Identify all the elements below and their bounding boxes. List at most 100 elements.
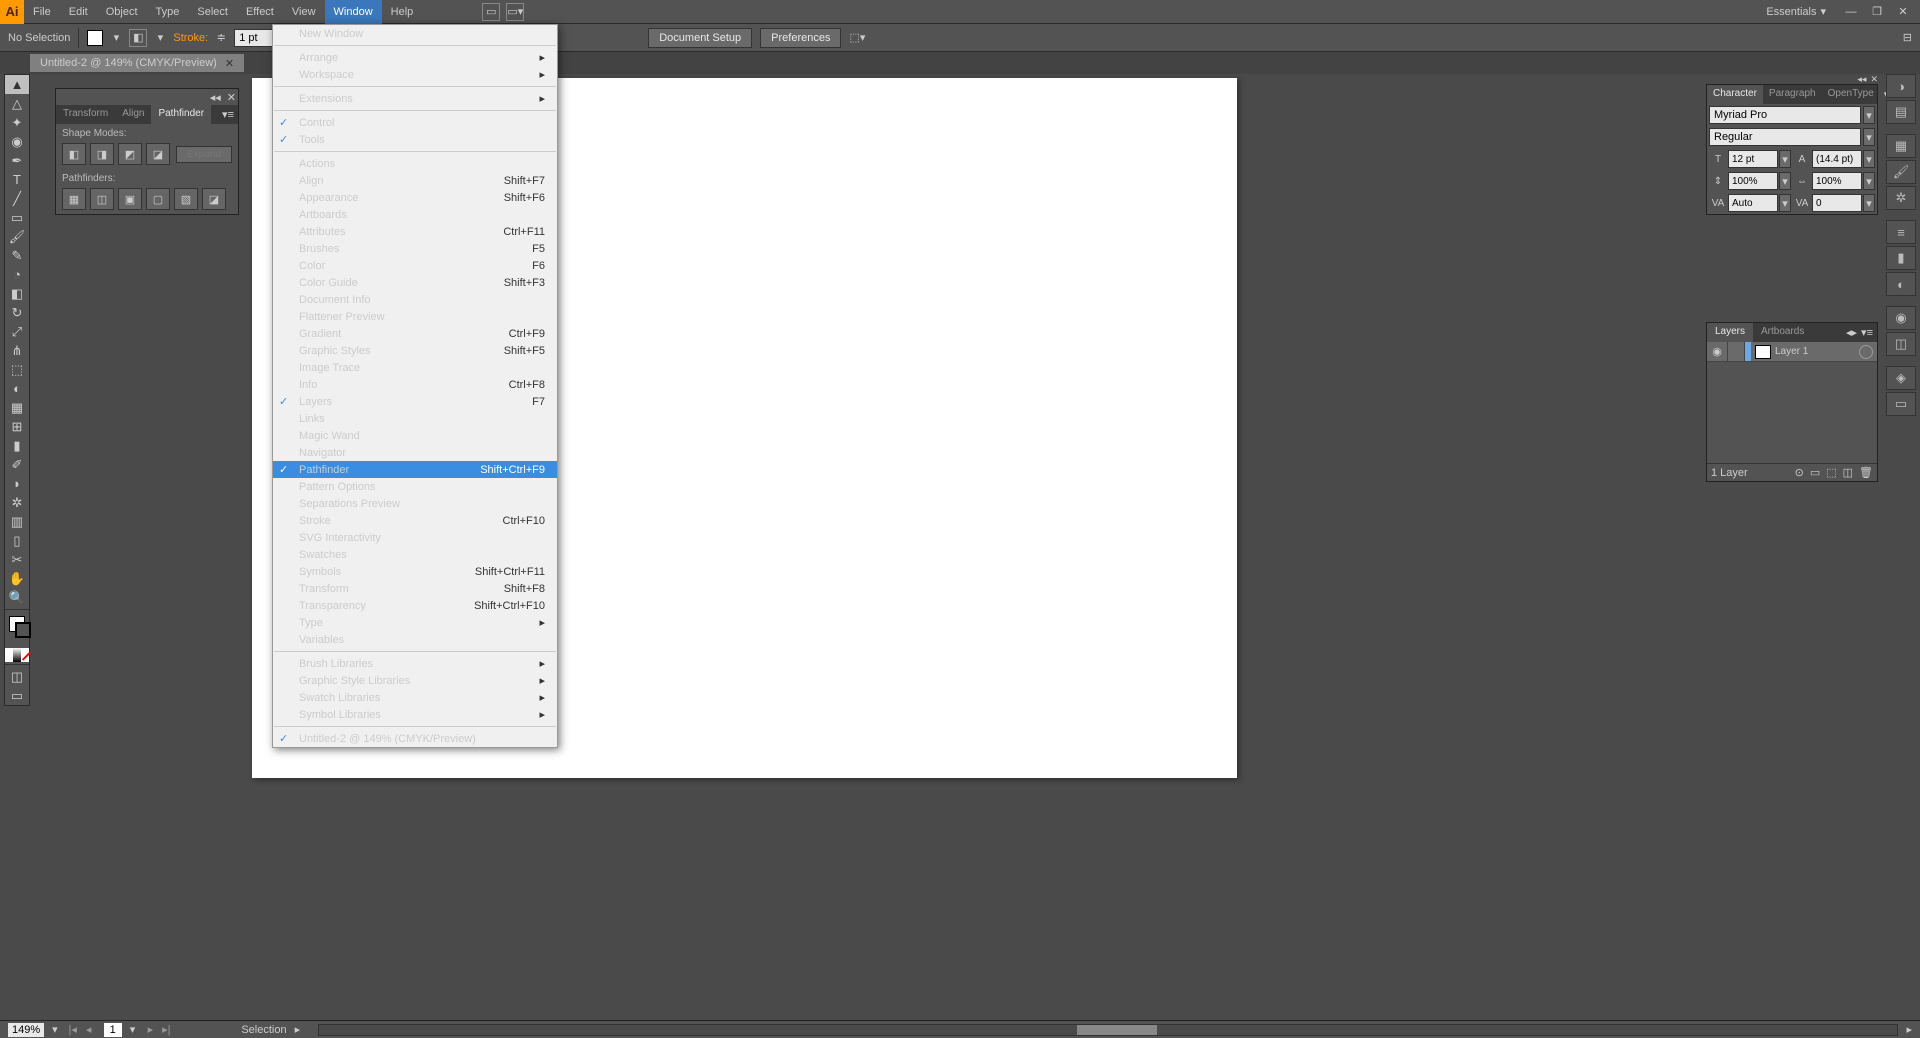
delete-icon[interactable]: 🗑 [1859, 466, 1873, 479]
screen-mode-icon[interactable]: ▭▾ [506, 3, 524, 21]
tab-opentype[interactable]: OpenType [1822, 85, 1880, 104]
selection-tool[interactable]: ▲ [5, 75, 29, 94]
unite-icon[interactable]: ◧ [62, 143, 86, 165]
font-family-field[interactable]: Myriad Pro [1709, 106, 1861, 124]
menuitem-swatch-libraries[interactable]: Swatch Libraries▸ [273, 689, 557, 706]
document-setup-button[interactable]: Document Setup [648, 28, 752, 48]
pencil-tool[interactable]: ✎ [5, 246, 29, 265]
preferences-button[interactable]: Preferences [760, 28, 841, 48]
menuitem-artboards[interactable]: Artboards [273, 206, 557, 223]
menuitem-symbol-libraries[interactable]: Symbol Libraries▸ [273, 706, 557, 723]
menu-object[interactable]: Object [97, 0, 147, 24]
menuitem-color[interactable]: ColorF6 [273, 257, 557, 274]
menuitem-color-guide[interactable]: Color GuideShift+F3 [273, 274, 557, 291]
menuitem-layers[interactable]: ✓LayersF7 [273, 393, 557, 410]
menuitem-swatches[interactable]: Swatches [273, 546, 557, 563]
tracking-field[interactable]: 0 [1812, 194, 1862, 212]
menuitem-symbols[interactable]: SymbolsShift+Ctrl+F11 [273, 563, 557, 580]
shape-builder-tool[interactable]: ◐ [5, 379, 29, 398]
paintbrush-tool[interactable]: 🖌 [5, 227, 29, 246]
crop-icon[interactable]: ▢ [146, 188, 170, 210]
menuitem-workspace[interactable]: Workspace▸ [273, 66, 557, 83]
tab-transform[interactable]: Transform [56, 105, 115, 124]
visibility-icon[interactable]: ◉ [1707, 345, 1727, 358]
menuitem-separations-preview[interactable]: Separations Preview [273, 495, 557, 512]
menuitem-pathfinder[interactable]: ✓PathfinderShift+Ctrl+F9 [273, 461, 557, 478]
scale-tool[interactable]: ⤢ [5, 322, 29, 341]
menuitem-graphic-style-libraries[interactable]: Graphic Style Libraries▸ [273, 672, 557, 689]
tab-align[interactable]: Align [115, 105, 151, 124]
menu-window[interactable]: Window [325, 0, 382, 24]
stroke-dd[interactable]: ▾ [155, 31, 165, 44]
menu-edit[interactable]: Edit [60, 0, 97, 24]
fill-swatch[interactable] [87, 30, 103, 46]
menu-type[interactable]: Type [147, 0, 189, 24]
minus-back-icon[interactable]: ◪ [202, 188, 226, 210]
menuitem-info[interactable]: InfoCtrl+F8 [273, 376, 557, 393]
stroke-dock-icon[interactable]: ≡ [1886, 220, 1916, 244]
layer-name[interactable]: Layer 1 [1775, 346, 1859, 357]
panel-close-icon[interactable]: ✕ [1870, 74, 1878, 84]
appearance-dock-icon[interactable]: ◉ [1886, 306, 1916, 330]
gradient-tool[interactable]: ▮ [5, 436, 29, 455]
menuitem-graphic-styles[interactable]: Graphic StylesShift+F5 [273, 342, 557, 359]
menu-help[interactable]: Help [382, 0, 423, 24]
minimize-icon[interactable]: — [1842, 5, 1860, 19]
document-tab[interactable]: Untitled-2 @ 149% (CMYK/Preview)✕ [30, 54, 244, 72]
panel-close-icon[interactable]: ✕ [227, 91, 236, 104]
menuitem-brush-libraries[interactable]: Brush Libraries▸ [273, 655, 557, 672]
intersect-icon[interactable]: ◩ [118, 143, 142, 165]
prev-artboard-icon[interactable]: ◂ [82, 1023, 96, 1036]
menuitem-tools[interactable]: ✓Tools [273, 131, 557, 148]
rotate-tool[interactable]: ↻ [5, 303, 29, 322]
free-transform-tool[interactable]: ⬚ [5, 360, 29, 379]
new-layer-icon[interactable]: ◫ [1843, 466, 1853, 479]
divide-icon[interactable]: ▦ [62, 188, 86, 210]
panel-menu-icon[interactable]: ▾≡ [218, 105, 238, 124]
symbols-dock-icon[interactable]: ✲ [1886, 186, 1916, 210]
rectangle-tool[interactable]: ▭ [5, 208, 29, 227]
gradient-dock-icon[interactable]: ▮ [1886, 246, 1916, 270]
zoom-field[interactable]: 149% [8, 1023, 44, 1037]
menu-file[interactable]: File [24, 0, 60, 24]
menuitem-gradient[interactable]: GradientCtrl+F9 [273, 325, 557, 342]
panel-collapse-icon[interactable]: ◂◂ [1857, 74, 1866, 84]
tab-pathfinder[interactable]: Pathfinder [151, 105, 211, 124]
panel-collapse-icon[interactable]: ◂▸ [1846, 326, 1857, 339]
menuitem-brushes[interactable]: BrushesF5 [273, 240, 557, 257]
menuitem-control[interactable]: ✓Control [273, 114, 557, 131]
transparency-dock-icon[interactable]: ◐ [1886, 272, 1916, 296]
maximize-icon[interactable]: ❐ [1868, 5, 1886, 19]
menuitem-untitled-2-149-cmyk-preview-[interactable]: ✓Untitled-2 @ 149% (CMYK/Preview) [273, 730, 557, 747]
type-tool[interactable]: T [5, 170, 29, 189]
eraser-tool[interactable]: ◧ [5, 284, 29, 303]
layers-dock-icon[interactable]: ◈ [1886, 366, 1916, 390]
zoom-tool[interactable]: 🔍 [5, 588, 29, 607]
fill-dd[interactable]: ▾ [111, 31, 121, 44]
screen-mode-tool[interactable]: ▭ [5, 686, 29, 705]
font-style-field[interactable]: Regular [1709, 128, 1861, 146]
brushes-dock-icon[interactable]: 🖌 [1886, 160, 1916, 184]
mesh-tool[interactable]: ⊞ [5, 417, 29, 436]
trim-icon[interactable]: ◫ [90, 188, 114, 210]
control-flyout-icon[interactable]: ⊟ [1903, 31, 1912, 44]
menuitem-flattener-preview[interactable]: Flattener Preview [273, 308, 557, 325]
menuitem-image-trace[interactable]: Image Trace [273, 359, 557, 376]
menuitem-variables[interactable]: Variables [273, 631, 557, 648]
menuitem-appearance[interactable]: AppearanceShift+F6 [273, 189, 557, 206]
menuitem-align[interactable]: AlignShift+F7 [273, 172, 557, 189]
slice-tool[interactable]: ✂ [5, 550, 29, 569]
menuitem-stroke[interactable]: StrokeCtrl+F10 [273, 512, 557, 529]
pen-tool[interactable]: ✒ [5, 151, 29, 170]
menu-effect[interactable]: Effect [237, 0, 283, 24]
panel-menu-icon[interactable]: ▾≡ [1861, 326, 1873, 339]
hscale-field[interactable]: 100% [1812, 172, 1862, 190]
leading-field[interactable]: (14.4 pt) [1812, 150, 1862, 168]
locate-icon[interactable]: ⊙ [1795, 466, 1804, 479]
blob-brush-tool[interactable]: ◔ [5, 265, 29, 284]
menuitem-actions[interactable]: Actions [273, 155, 557, 172]
menu-select[interactable]: Select [188, 0, 237, 24]
menuitem-pattern-options[interactable]: Pattern Options [273, 478, 557, 495]
kerning-field[interactable]: Auto [1728, 194, 1778, 212]
color-guide-dock-icon[interactable]: ▤ [1886, 100, 1916, 124]
